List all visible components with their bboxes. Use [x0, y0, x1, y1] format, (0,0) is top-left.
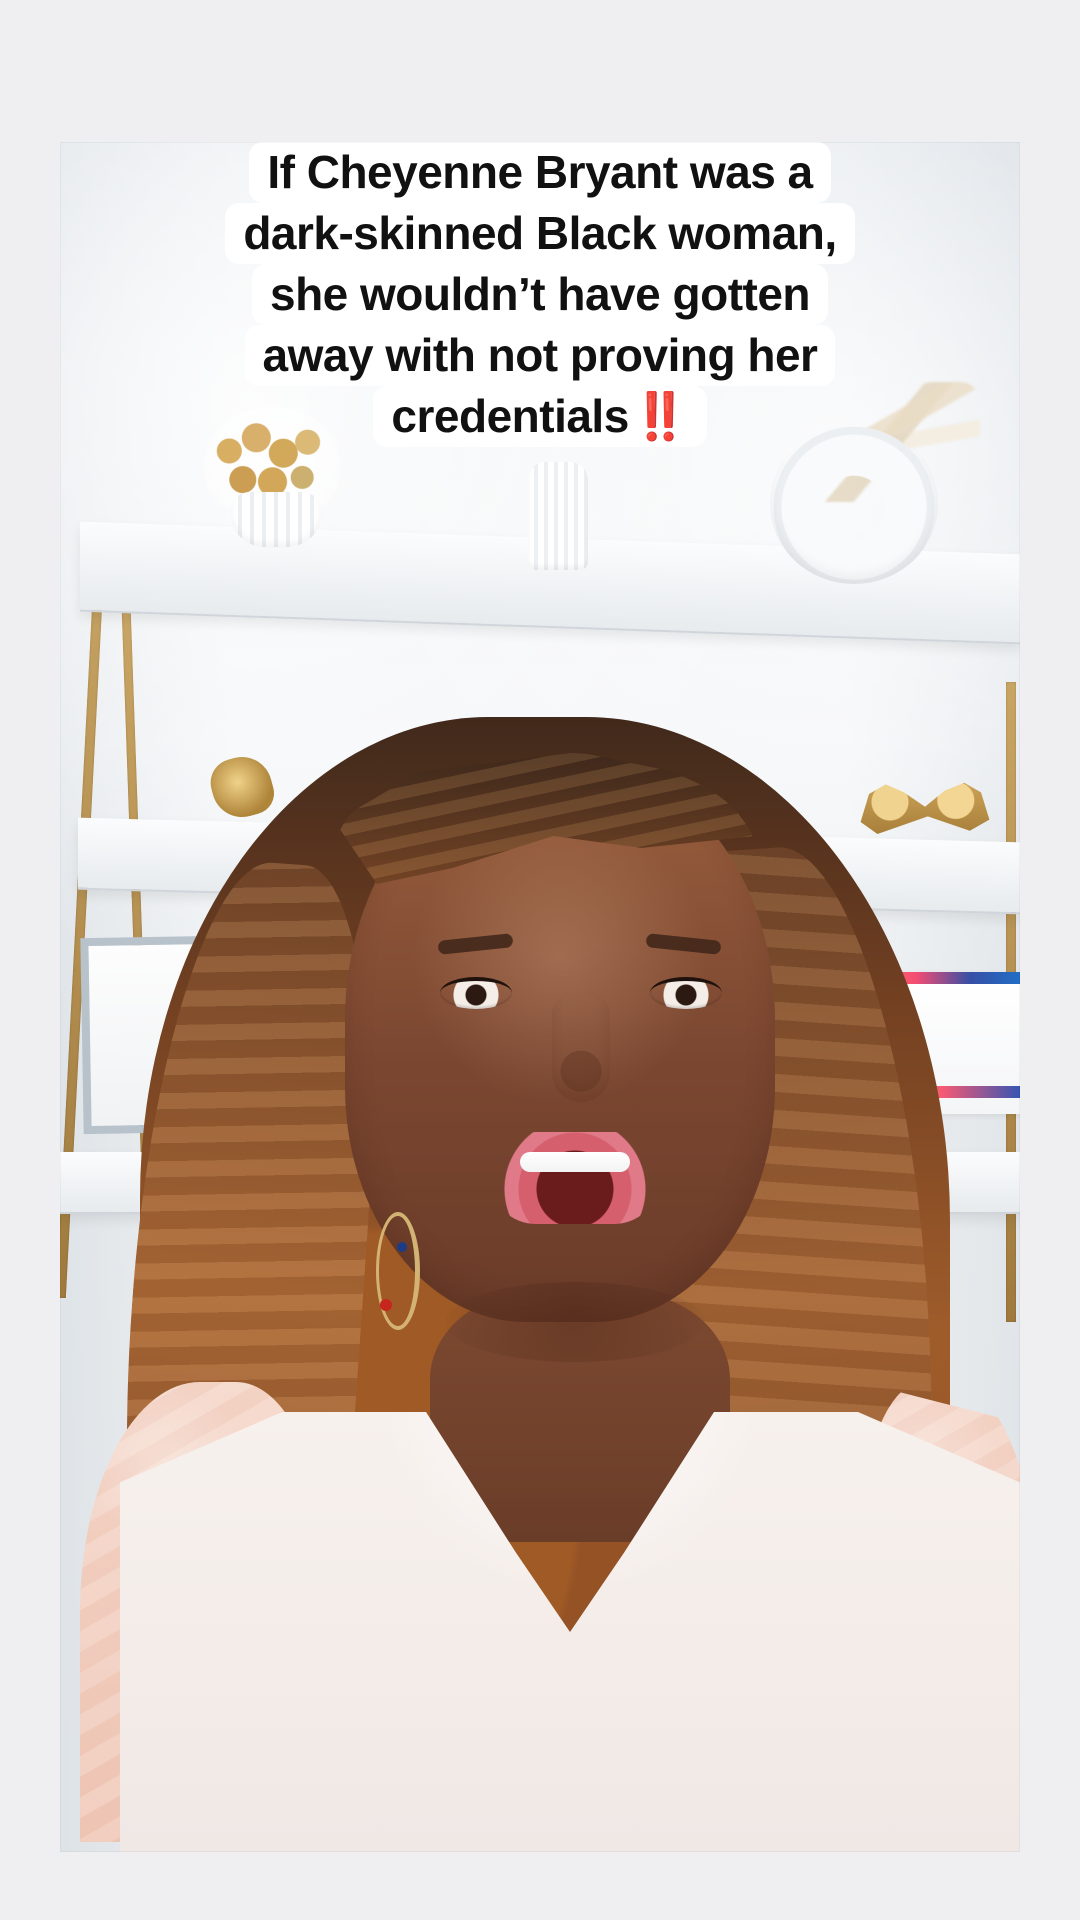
nose [552, 992, 610, 1102]
right-eye [650, 977, 722, 1009]
caption-overlay: If Cheyenne Bryant was a dark-skinned Bl… [60, 142, 1020, 447]
caption-line-3: she wouldn’t have gotten [251, 264, 829, 325]
earring [366, 1212, 426, 1337]
chin-shadow [445, 1282, 705, 1362]
ring-vase [770, 424, 938, 584]
caption-line-5: credentials‼️ [373, 386, 707, 447]
caption-line-1: If Cheyenne Bryant was a [249, 142, 831, 203]
teeth [520, 1152, 630, 1172]
caption-line-2: dark-skinned Black woman, [225, 203, 855, 264]
caption-line-4: away with not proving her [244, 325, 836, 386]
left-eye [440, 977, 512, 1009]
earring-hoop [376, 1212, 420, 1330]
earring-blue-stone [397, 1242, 407, 1252]
double-exclamation-icon: ‼️ [631, 390, 689, 442]
video-frame: If Cheyenne Bryant was a dark-skinned Bl… [60, 142, 1020, 1852]
earring-red-stone [380, 1299, 392, 1311]
mouth [490, 1132, 660, 1224]
screen: If Cheyenne Bryant was a dark-skinned Bl… [0, 0, 1080, 1920]
center-vase [528, 462, 588, 570]
caption-line-5-text: credentials [391, 390, 629, 442]
left-vase [230, 492, 322, 547]
